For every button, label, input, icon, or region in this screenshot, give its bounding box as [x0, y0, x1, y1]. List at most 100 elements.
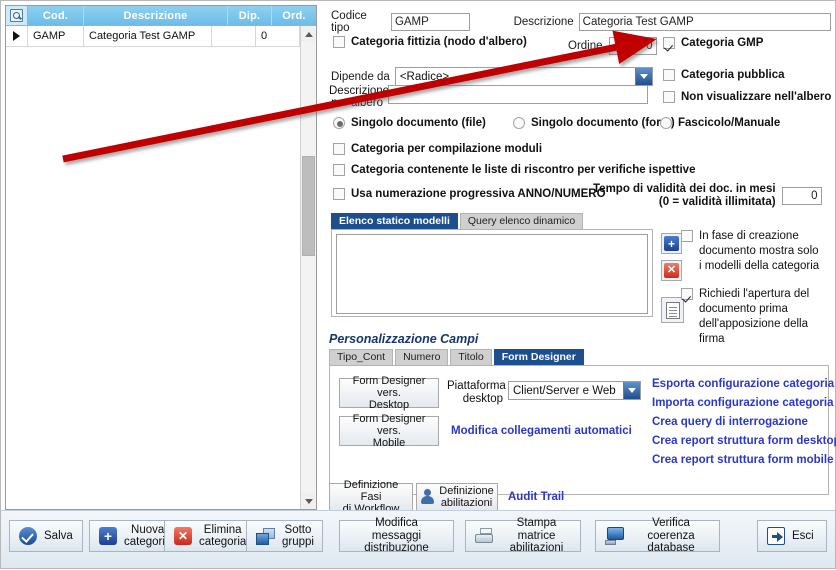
form-designer-mobile-button[interactable]: Form Designer vers. Mobile — [339, 413, 439, 449]
categoria-pubblica-label: Categoria pubblica — [681, 69, 785, 81]
column-header-cod[interactable]: Cod. — [28, 6, 84, 25]
categoria-pubblica-checkbox[interactable] — [663, 69, 675, 81]
radio-fascicolo-manuale-label: Fascicolo/Manuale — [678, 117, 781, 129]
bottom-action-bar: Definizione Fasi di Workflow Definizione… — [329, 479, 564, 515]
form-designer-mobile-line1: Form Designer vers. — [352, 413, 426, 437]
tab-numero[interactable]: Numero — [395, 349, 449, 365]
cell-cod[interactable]: GAMP — [28, 26, 84, 46]
tab-elenco-statico-modelli[interactable]: Elenco statico modelli — [331, 213, 458, 229]
groups-icon — [256, 527, 275, 545]
edit-distribution-messages-button[interactable]: Modifica messaggi distribuzione — [339, 517, 454, 554]
liste-riscontro-label: Categoria contenente le liste di riscont… — [351, 164, 696, 176]
magnifier-icon[interactable] — [10, 9, 23, 22]
numerazione-progressiva-checkbox[interactable] — [333, 188, 345, 200]
distribution-line1: Modifica messaggi — [371, 517, 422, 542]
tab-titolo[interactable]: Titolo — [450, 349, 492, 365]
link-report-mobile[interactable]: Crea report struttura form mobile — [652, 454, 836, 466]
cell-dip[interactable] — [212, 26, 256, 46]
exit-button[interactable]: Esci — [757, 520, 827, 552]
form-designer-desktop-line1: Form Designer vers. — [352, 375, 426, 399]
grid-header-row: Cod. Descrizione Dip. Ord. — [6, 6, 316, 26]
document-icon — [665, 301, 680, 319]
save-button[interactable]: Salva — [9, 520, 83, 552]
form-designer-panel: Form Designer vers. Desktop Form Designe… — [329, 365, 836, 495]
link-importa-configurazione[interactable]: Importa configurazione categoria — [652, 397, 836, 409]
column-header-ord[interactable]: Ord. — [272, 6, 316, 25]
tab-form-designer[interactable]: Form Designer — [493, 349, 584, 365]
subgroups-line1: Sotto — [284, 523, 312, 536]
piattaforma-dropdown-button[interactable] — [623, 382, 640, 399]
monitor-icon — [605, 527, 625, 545]
tab-query-elenco-dinamico[interactable]: Query elenco dinamico — [459, 213, 584, 229]
circle-check-icon — [19, 527, 37, 545]
dipende-da-dropdown[interactable]: <Radice> — [394, 67, 653, 86]
piattaforma-label-line2: desktop — [462, 392, 503, 405]
footer-toolbar: Salva + Nuova categoria ✕ Elimina catego… — [1, 510, 835, 568]
workflow-line1: Definizione Fasi — [343, 479, 399, 503]
non-visualizzare-albero-checkbox[interactable] — [663, 91, 675, 103]
in-fase-creazione-label: In fase di creazione documento mostra so… — [699, 230, 820, 272]
remove-model-button[interactable]: ✕ — [661, 260, 682, 281]
link-crea-query[interactable]: Crea query di interrogazione — [652, 416, 836, 428]
richiedi-apertura-checkbox[interactable] — [681, 288, 693, 300]
save-label: Salva — [44, 529, 73, 542]
scroll-up-button[interactable] — [301, 26, 316, 42]
subgroups-button[interactable]: Sotto gruppi — [246, 520, 323, 552]
add-model-button[interactable]: + — [661, 233, 682, 254]
radio-fascicolo-manuale[interactable] — [660, 117, 672, 129]
personalizzazione-tabstrip: Tipo_Cont Numero Titolo Form Designer — [329, 349, 829, 365]
grid-select-all-cell[interactable] — [6, 6, 28, 25]
descrizione-input[interactable]: Categoria Test GAMP — [578, 13, 832, 31]
grid-body: GAMP Categoria Test GAMP 0 — [6, 26, 300, 509]
descrizione-label: Descrizione — [513, 16, 574, 28]
radio-singolo-documento-file-label: Singolo documento (file) — [351, 117, 486, 129]
column-header-descrizione[interactable]: Descrizione — [84, 6, 228, 25]
tempo-validita-input[interactable]: 0 — [781, 187, 822, 205]
scroll-down-button[interactable] — [301, 493, 316, 509]
cell-descrizione[interactable]: Categoria Test GAMP — [84, 26, 212, 46]
radio-singolo-documento-form[interactable] — [513, 117, 525, 129]
codice-tipo-input[interactable]: GAMP — [390, 13, 470, 31]
ordine-input[interactable]: 0 — [608, 37, 657, 55]
piattaforma-desktop-dropdown[interactable]: Client/Server e Web — [508, 381, 641, 400]
modelli-listbox[interactable] — [336, 234, 648, 314]
compilazione-moduli-checkbox[interactable] — [333, 143, 345, 155]
categoria-fittizia-checkbox[interactable] — [333, 36, 345, 48]
in-fase-creazione-checkbox[interactable] — [681, 230, 693, 242]
scrollbar-thumb[interactable] — [302, 156, 315, 256]
modifica-collegamenti-link[interactable]: Modifica collegamenti automatici — [451, 425, 632, 437]
new-category-line1: Nuova — [131, 523, 165, 536]
definizione-fasi-workflow-button[interactable]: Definizione Fasi di Workflow — [329, 479, 413, 515]
link-esporta-configurazione[interactable]: Esporta configurazione categoria — [652, 378, 836, 390]
categoria-gmp-checkbox[interactable] — [663, 37, 675, 49]
link-report-desktop[interactable]: Crea report struttura form desktop — [652, 435, 836, 447]
numerazione-progressiva-label: Usa numerazione progressiva ANNO/NUMERO — [351, 188, 606, 200]
liste-riscontro-checkbox[interactable] — [333, 164, 345, 176]
definizione-abilitazioni-button[interactable]: Definizione abilitazioni — [416, 483, 498, 511]
verify-database-button[interactable]: Verifica coerenza database — [595, 517, 720, 554]
audit-trail-link[interactable]: Audit Trail — [508, 491, 564, 503]
piattaforma-desktop-label: Piattaforma desktop — [447, 380, 506, 405]
application-window: Cod. Descrizione Dip. Ord. GAMP Categori… — [0, 0, 836, 569]
modelli-panel — [331, 229, 653, 317]
radio-singolo-documento-file[interactable] — [333, 117, 345, 129]
delete-category-line1: Elimina — [203, 523, 242, 536]
grid-vertical-scrollbar[interactable] — [300, 26, 316, 509]
descrizione-albero-input[interactable] — [388, 85, 648, 104]
descrizione-albero-label-line2: per albero — [331, 97, 383, 109]
delete-category-button[interactable]: ✕ Elimina categoria — [164, 520, 252, 552]
dipende-da-dropdown-button[interactable] — [634, 68, 652, 85]
descrizione-albero-label-line1: Descrizione — [329, 85, 390, 97]
print-permissions-matrix-button[interactable]: Stampa matrice abilitazioni — [465, 517, 581, 554]
verify-line1: Verifica coerenza — [647, 517, 695, 542]
tab-tipo-cont[interactable]: Tipo_Cont — [329, 349, 394, 365]
dipende-da-label: Dipende da — [331, 70, 390, 83]
form-designer-desktop-button[interactable]: Form Designer vers. Desktop — [339, 375, 439, 411]
column-header-dip[interactable]: Dip. — [228, 6, 272, 25]
personalizzazione-campi-section: Personalizzazione Campi Tipo_Cont Numero… — [329, 332, 836, 495]
table-row[interactable]: GAMP Categoria Test GAMP 0 — [6, 26, 300, 47]
cell-ord[interactable]: 0 — [256, 26, 300, 46]
personalizzazione-campi-title: Personalizzazione Campi — [329, 332, 479, 346]
plus-icon: + — [664, 236, 679, 251]
non-visualizzare-albero-label: Non visualizzare nell'albero — [681, 91, 832, 103]
